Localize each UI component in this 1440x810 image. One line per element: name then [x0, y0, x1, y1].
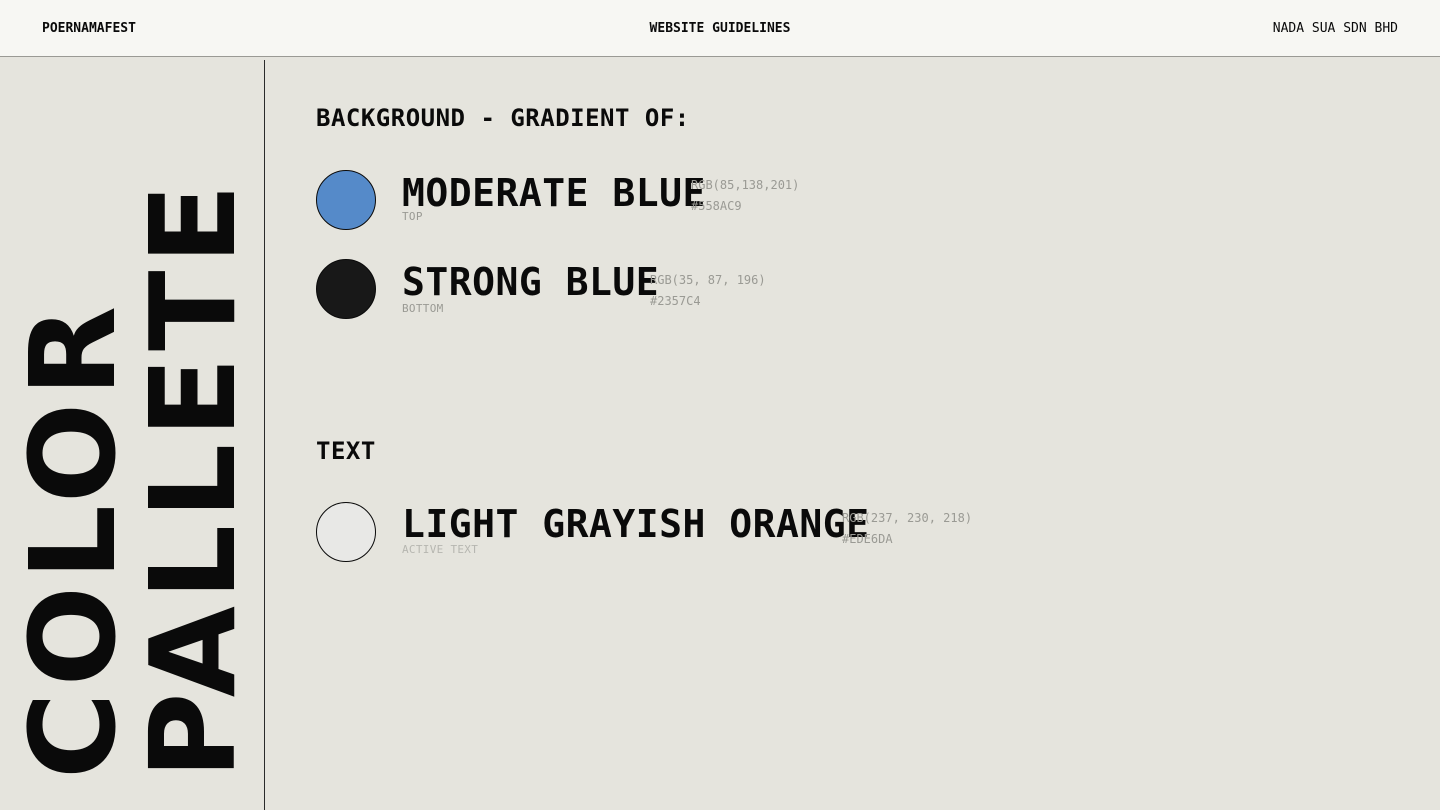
top-bar: POERNAMAFEST WEBSITE GUIDELINES NADA SUA…: [0, 0, 1440, 57]
color-name: MODERATE BLUE: [402, 171, 706, 215]
title-line-color: COLOR: [4, 299, 142, 779]
color-role: BOTTOM: [402, 302, 444, 315]
color-rgb-value: RGB(35, 87, 196): [650, 273, 766, 287]
color-rgb-value: RGB(85,138,201): [691, 178, 800, 192]
color-name: LIGHT GRAYISH ORANGE: [402, 502, 870, 546]
color-role: ACTIVE TEXT: [402, 543, 479, 556]
color-swatch: [316, 259, 376, 319]
sidebar-title: COLOR PALLETE: [0, 57, 264, 810]
color-swatch: [316, 502, 376, 562]
sidebar-divider: [264, 60, 265, 810]
color-hex-value: #558AC9: [691, 199, 742, 213]
text-section-heading: TEXT: [316, 437, 376, 465]
color-rgb-value: RGB(237, 230, 218): [842, 511, 973, 525]
page-title: WEBSITE GUIDELINES: [649, 21, 791, 36]
background-section-heading: BACKGROUND - GRADIENT OF:: [316, 104, 690, 132]
color-role: TOP: [402, 210, 423, 223]
color-hex-value: #2357C4: [650, 294, 701, 308]
color-hex-value: #EDE6DA: [842, 532, 893, 546]
company-name: NADA SUA SDN BHD: [1272, 21, 1398, 36]
color-swatch: [316, 170, 376, 230]
color-name: STRONG BLUE: [402, 260, 660, 304]
title-line-pallete: PALLETE: [124, 177, 262, 779]
